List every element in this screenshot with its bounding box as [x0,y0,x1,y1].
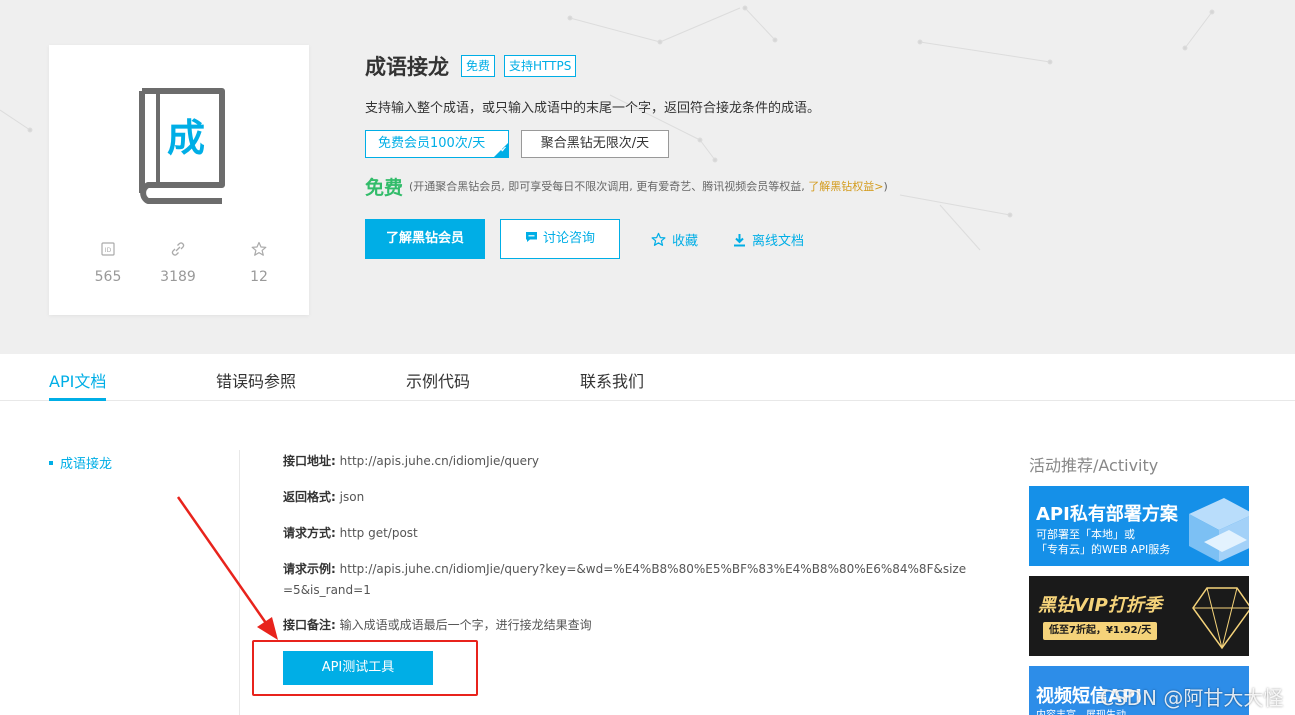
doc-value: http://apis.juhe.cn/idiomJie/query [339,454,540,468]
doc-row-method: 请求方式: http get/post [283,523,973,544]
content-divider [239,450,240,715]
logo-character: 成 [167,116,205,160]
api-logo-card: 成 ID 565 3189 12 [49,45,309,315]
stat-stars-value: 12 [250,269,268,285]
offline-doc-link[interactable]: 离线文档 [733,230,804,249]
link-icon [148,241,208,261]
api-stats: ID 565 3189 12 [49,241,309,289]
api-title: 成语接龙 [365,55,449,79]
price-note-text: (开通聚合黑钻会员, 即可享受每日不限次调用, 更有爱奇艺、腾讯视频会员等权益, [409,180,805,193]
price-row: 免费 (开通聚合黑钻会员, 即可享受每日不限次调用, 更有爱奇艺、腾讯视频会员等… [365,173,888,199]
tab-api-doc[interactable]: API文档 [49,368,107,401]
sidebar-item-label: 成语接龙 [60,457,113,472]
book-logo-icon: 成 [139,88,225,204]
discuss-consult-label: 讨论咨询 [542,231,595,246]
price-note-close: ) [883,180,888,193]
offline-doc-label: 离线文档 [752,234,805,249]
stat-links-value: 3189 [160,269,196,285]
discuss-consult-button[interactable]: 讨论咨询 [500,219,620,259]
doc-row-remark: 接口备注: 输入成语或成语最后一个字，进行接龙结果查询 [283,615,973,636]
doc-value: json [339,490,365,504]
banner-vip-sale[interactable]: 黑钻VIP打折季 低至7折起，¥1.92/天 [1029,576,1249,656]
banner-line: 可部署至「本地」或 [1036,528,1135,541]
watermark-text: CSDN @阿甘大大怪 [1100,686,1284,710]
doc-value: http get/post [339,526,418,540]
api-title-row: 成语接龙 免费 支持HTTPS [365,52,577,80]
sidebar-item-idiom-chain[interactable]: 成语接龙 [49,453,112,472]
tag-https: 支持HTTPS [504,55,577,77]
price-note: (开通聚合黑钻会员, 即可享受每日不限次调用, 更有爱奇艺、腾讯视频会员等权益,… [409,178,888,194]
star-outline-icon [651,232,666,246]
tag-free: 免费 [461,55,496,77]
price-label: 免费 [365,176,404,199]
download-icon [734,233,745,246]
check-icon: ✔ [500,145,507,154]
activity-title: 活动推荐/Activity [1029,456,1159,475]
stat-id: ID 565 [78,241,138,285]
black-diamond-benefits-link[interactable]: 了解黑钻权益> [808,180,883,193]
plan-black-diamond[interactable]: 聚合黑钻无限次/天 [521,130,669,158]
plan-free-member[interactable]: 免费会员100次/天 ✔ [365,130,509,158]
doc-tabs: API文档 错误码参照 示例代码 联系我们 [0,354,1295,401]
banner-vip-sale-pill: 低至7折起，¥1.92/天 [1043,622,1158,640]
api-test-tool-button[interactable]: API测试工具 [283,651,433,685]
doc-label: 接口地址: [283,454,336,468]
favorite-link[interactable]: 收藏 [651,230,698,249]
doc-row-example: 请求示例: http://apis.juhe.cn/idiomJie/query… [283,559,973,601]
doc-label: 接口备注: [283,618,336,632]
banner-line: 「专有云」的WEB API服务 [1036,543,1171,556]
stat-id-value: 565 [94,269,122,285]
tab-error-codes[interactable]: 错误码参照 [216,368,296,401]
doc-row-format: 返回格式: json [283,487,973,508]
banner-private-deploy-subtitle: 可部署至「本地」或 「专有云」的WEB API服务 [1036,527,1170,557]
banner-private-deploy[interactable]: API私有部署方案 可部署至「本地」或 「专有云」的WEB API服务 [1029,486,1249,566]
api-description: 支持输入整个成语，或只输入成语中的末尾一个字，返回符合接龙条件的成语。 [365,101,821,116]
doc-value: http://apis.juhe.cn/idiomJie/query?key=&… [283,562,967,597]
doc-row-url: 接口地址: http://apis.juhe.cn/idiomJie/query [283,451,973,472]
tab-sample-code[interactable]: 示例代码 [406,368,470,401]
banner-vip-sale-title: 黑钻VIP打折季 [1038,595,1162,616]
stat-links: 3189 [148,241,208,285]
doc-label: 请求方式: [283,526,336,540]
bullet-icon [49,460,53,465]
stat-stars: 12 [236,241,282,285]
svg-text:ID: ID [105,247,112,254]
id-icon: ID [78,241,138,261]
chat-icon [525,232,537,242]
plan-free-member-label: 免费会员100次/天 [378,136,486,151]
api-hero: 成 ID 565 3189 12 成语接龙 免费 支持HTTPS 支持输入整个成… [0,0,1295,354]
favorite-label: 收藏 [672,234,699,249]
star-icon [236,241,282,261]
tab-contact-us[interactable]: 联系我们 [580,368,644,401]
doc-value: 输入成语或成语最后一个字，进行接龙结果查询 [339,618,592,632]
learn-black-diamond-button[interactable]: 了解黑钻会员 [365,219,485,259]
banner-private-deploy-title: API私有部署方案 [1036,504,1178,525]
doc-label: 返回格式: [283,490,336,504]
doc-label: 请求示例: [283,562,336,576]
